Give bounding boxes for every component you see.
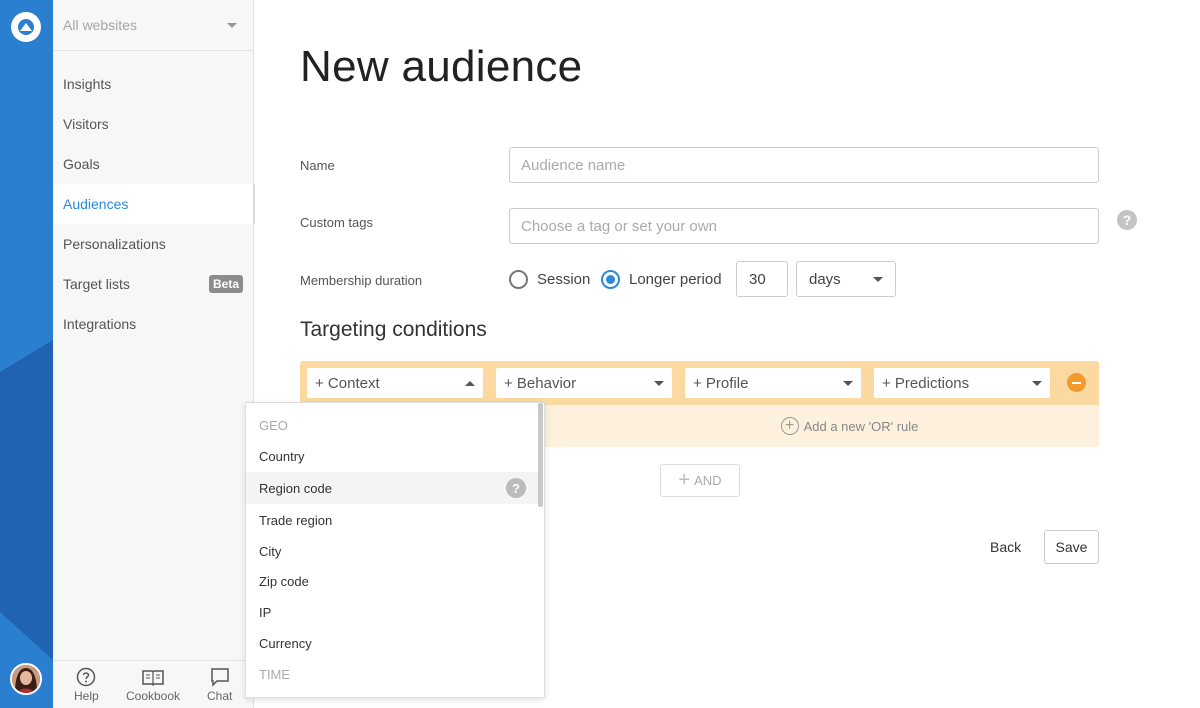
sidebar-nav: Insights Visitors Goals Audiences Person… xyxy=(53,64,255,344)
sidebar-item-integrations[interactable]: Integrations xyxy=(53,304,253,344)
sidebar-item-label: Insights xyxy=(63,76,112,92)
sidebar-item-label: Visitors xyxy=(63,116,109,132)
sidebar-item-label: Integrations xyxy=(63,316,137,332)
chevron-down-icon xyxy=(843,380,853,386)
predictions-select-label: + Predictions xyxy=(882,374,970,392)
chevron-down-icon xyxy=(873,276,883,282)
chat-icon xyxy=(210,667,229,687)
sidebar: All websites Insights Visitors Goals Aud… xyxy=(53,0,255,708)
custom-tags-placeholder: Choose a tag or set your own xyxy=(521,217,717,235)
duration-value: 30 xyxy=(749,270,766,288)
dropdown-item-label: GEO xyxy=(259,417,288,433)
user-avatar[interactable] xyxy=(10,663,42,695)
dropdown-item-currency[interactable]: Currency xyxy=(246,627,539,659)
chat-label: Chat xyxy=(207,688,233,703)
sidebar-item-personalizations[interactable]: Personalizations xyxy=(53,224,253,264)
context-select[interactable]: + Context xyxy=(307,368,483,398)
sidebar-item-insights[interactable]: Insights xyxy=(53,64,253,104)
dropdown-group-header: GEO xyxy=(246,409,539,441)
sidebar-item-audiences[interactable]: Audiences xyxy=(53,184,255,224)
dropdown-item-label: Country xyxy=(259,448,305,464)
sidebar-item-label: Goals xyxy=(63,156,100,172)
sidebar-item-label: Target lists xyxy=(63,276,130,292)
cookbook-button[interactable]: Cookbook xyxy=(120,661,187,708)
context-select-label: + Context xyxy=(315,374,380,392)
website-selector-label: All websites xyxy=(63,17,137,33)
sidebar-item-visitors[interactable]: Visitors xyxy=(53,104,253,144)
behavior-select[interactable]: + Behavior xyxy=(496,368,672,398)
membership-duration-label: Membership duration xyxy=(300,273,423,288)
add-and-button[interactable]: + AND xyxy=(660,464,740,497)
audience-name-placeholder: Audience name xyxy=(521,156,626,174)
dropdown-item-label: Region code xyxy=(259,480,332,496)
profile-select-label: + Profile xyxy=(693,374,749,392)
dropdown-item-label: Trade region xyxy=(259,512,333,528)
chevron-down-icon xyxy=(1032,380,1042,386)
dropdown-item-country[interactable]: Country xyxy=(246,440,539,472)
remove-rule-icon[interactable] xyxy=(1067,373,1086,392)
context-dropdown: GEO Country Region code ? Trade region C… xyxy=(245,402,545,698)
chevron-down-icon xyxy=(654,380,664,386)
rail-background xyxy=(0,0,53,708)
name-label: Name xyxy=(300,158,335,173)
chat-button[interactable]: Chat xyxy=(186,661,253,708)
session-radio-label[interactable]: Session xyxy=(537,271,590,288)
dropdown-item-zip-code[interactable]: Zip code xyxy=(246,565,539,597)
sidebar-item-goals[interactable]: Goals xyxy=(53,144,253,184)
page-title: New audience xyxy=(300,42,583,91)
dropdown-item-label: IP xyxy=(259,604,272,620)
dropdown-item-label: TIME xyxy=(259,666,291,682)
cookbook-label: Cookbook xyxy=(125,688,181,703)
website-selector[interactable]: All websites xyxy=(53,0,253,51)
dropdown-item-label: Currency xyxy=(259,635,312,651)
dropdown-group-header: TIME xyxy=(246,658,539,690)
plus-circle-icon: + xyxy=(780,417,799,435)
add-or-rule-button[interactable]: + Add a new 'OR' rule xyxy=(780,417,919,435)
book-icon xyxy=(142,669,164,686)
predictions-select[interactable]: + Predictions xyxy=(874,368,1050,398)
custom-tags-label: Custom tags xyxy=(300,215,373,230)
dropdown-item-ip[interactable]: IP xyxy=(246,596,539,628)
chevron-up-icon xyxy=(465,380,475,386)
sidebar-item-label: Personalizations xyxy=(63,236,166,252)
behavior-select-label: + Behavior xyxy=(504,374,577,392)
duration-unit-value: days xyxy=(809,270,841,288)
custom-tags-help-icon[interactable]: ? xyxy=(1117,210,1137,230)
add-or-rule-label: Add a new 'OR' rule xyxy=(803,418,919,434)
audience-name-input[interactable]: Audience name xyxy=(509,147,1099,183)
longer-period-radio-label[interactable]: Longer period xyxy=(629,271,722,288)
plus-icon: + xyxy=(678,469,691,491)
condition-rule-bar: + Context + Behavior + Profile + Predict… xyxy=(300,361,1099,405)
session-radio[interactable] xyxy=(509,270,528,289)
dropdown-scrollbar[interactable] xyxy=(538,403,543,507)
help-label: Help xyxy=(73,688,99,703)
help-icon xyxy=(77,667,96,686)
sidebar-footer: Help Cookbook Chat xyxy=(53,660,253,708)
app-logo-icon[interactable] xyxy=(11,12,41,42)
back-button[interactable]: Back xyxy=(990,539,1021,555)
duration-value-input[interactable]: 30 xyxy=(736,261,788,297)
beta-badge: Beta xyxy=(208,275,243,293)
dropdown-item-region-code[interactable]: Region code ? xyxy=(246,472,539,504)
dropdown-item-trade-region[interactable]: Trade region xyxy=(246,504,539,536)
save-button[interactable]: Save xyxy=(1044,530,1099,564)
dropdown-item-label: Zip code xyxy=(259,573,309,589)
help-button[interactable]: Help xyxy=(53,661,120,708)
sidebar-item-target-lists[interactable]: Target lists Beta xyxy=(53,264,253,304)
dropdown-item-city[interactable]: City xyxy=(246,535,539,567)
and-button-label: AND xyxy=(694,473,722,488)
targeting-conditions-title: Targeting conditions xyxy=(300,318,487,341)
help-icon[interactable]: ? xyxy=(506,478,526,498)
dropdown-item-label: City xyxy=(259,543,282,559)
custom-tags-input[interactable]: Choose a tag or set your own xyxy=(509,208,1099,244)
sidebar-item-label: Audiences xyxy=(63,196,129,212)
app-rail xyxy=(0,0,53,708)
chevron-down-icon xyxy=(227,22,237,28)
duration-unit-select[interactable]: days xyxy=(796,261,896,297)
profile-select[interactable]: + Profile xyxy=(685,368,861,398)
longer-period-radio[interactable] xyxy=(601,270,620,289)
